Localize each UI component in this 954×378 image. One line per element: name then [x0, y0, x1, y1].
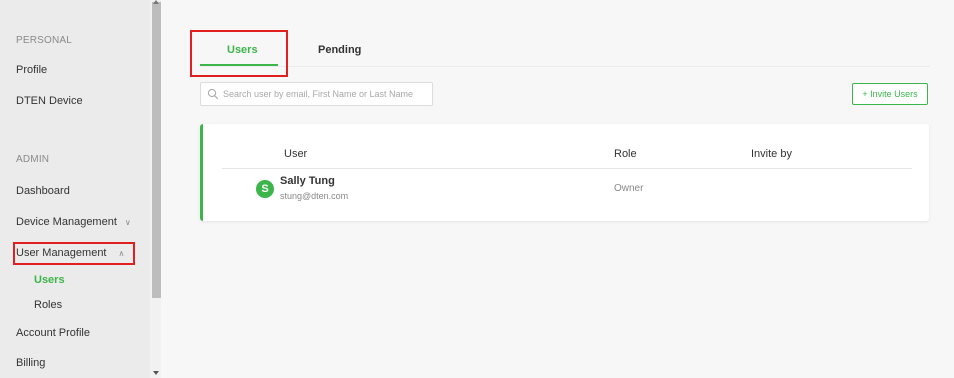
scroll-up-arrow-icon[interactable] — [153, 0, 159, 4]
scroll-down-arrow-icon[interactable] — [153, 371, 159, 375]
sidebar-item-device-management[interactable]: Device Management ∨ — [16, 216, 131, 228]
sidebar-item-billing[interactable]: Billing — [16, 357, 45, 369]
invite-users-button[interactable]: + Invite Users — [852, 83, 928, 105]
user-role: Owner — [614, 183, 644, 194]
sidebar-item-dten-device[interactable]: DTEN Device — [16, 95, 83, 107]
sidebar-subitem-roles[interactable]: Roles — [34, 299, 62, 311]
table-header-divider — [222, 168, 912, 169]
avatar: S — [256, 180, 274, 198]
section-personal-label: PERSONAL — [16, 35, 73, 46]
tabs-divider — [200, 66, 930, 67]
sidebar-item-profile[interactable]: Profile — [16, 64, 47, 76]
user-name: Sally Tung — [280, 175, 335, 187]
highlight-box-users-tab — [190, 30, 288, 77]
column-header-role: Role — [614, 148, 637, 160]
search-icon — [207, 88, 219, 100]
section-admin-label: ADMIN — [16, 154, 50, 165]
highlight-box-user-management — [13, 242, 135, 265]
sidebar-item-account-profile[interactable]: Account Profile — [16, 327, 90, 339]
sidebar-item-label: Device Management — [16, 216, 117, 228]
sidebar-item-dashboard[interactable]: Dashboard — [16, 185, 70, 197]
tab-pending[interactable]: Pending — [318, 44, 361, 56]
search-box — [200, 82, 433, 106]
chevron-down-icon: ∨ — [124, 218, 131, 227]
column-header-invite-by: Invite by — [751, 148, 792, 160]
scrollbar-thumb[interactable] — [152, 2, 161, 298]
users-table-card — [200, 124, 929, 221]
search-input[interactable] — [223, 86, 428, 102]
sidebar: PERSONAL Profile DTEN Device ADMIN Dashb… — [0, 0, 150, 378]
user-email: stung@dten.com — [280, 191, 349, 201]
sidebar-subitem-users[interactable]: Users — [34, 274, 65, 286]
column-header-user: User — [284, 148, 308, 160]
